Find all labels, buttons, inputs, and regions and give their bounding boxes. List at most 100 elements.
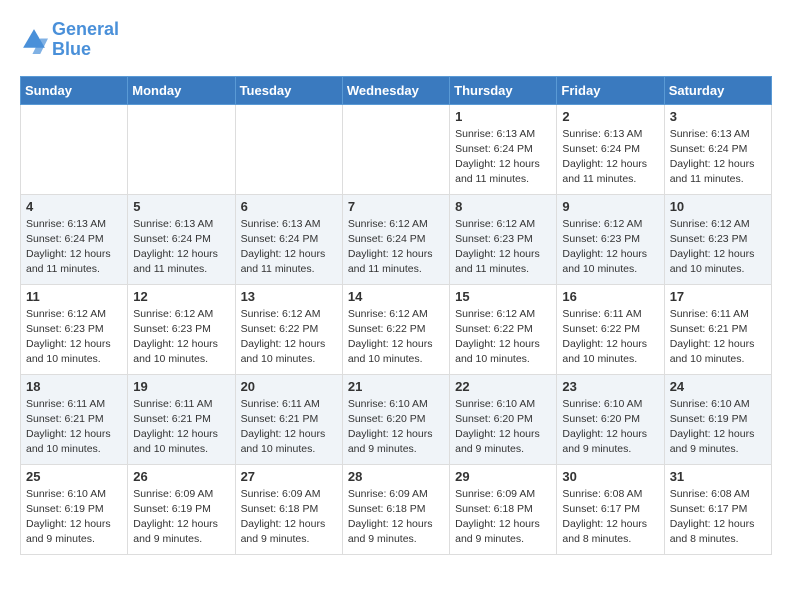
- logo: General Blue: [20, 20, 119, 60]
- day-info: Sunrise: 6:12 AM Sunset: 6:22 PM Dayligh…: [348, 307, 444, 368]
- calendar-cell: 24 Sunrise: 6:10 AM Sunset: 6:19 PM Dayli…: [664, 374, 771, 464]
- week-row-1: 1 Sunrise: 6:13 AM Sunset: 6:24 PM Daylig…: [21, 104, 772, 194]
- calendar-cell: 1 Sunrise: 6:13 AM Sunset: 6:24 PM Daylig…: [450, 104, 557, 194]
- day-number: 30: [562, 469, 658, 484]
- calendar-cell: [128, 104, 235, 194]
- calendar-cell: 17 Sunrise: 6:11 AM Sunset: 6:21 PM Dayli…: [664, 284, 771, 374]
- day-info: Sunrise: 6:11 AM Sunset: 6:21 PM Dayligh…: [133, 397, 229, 458]
- day-info: Sunrise: 6:12 AM Sunset: 6:23 PM Dayligh…: [133, 307, 229, 368]
- calendar-cell: 20 Sunrise: 6:11 AM Sunset: 6:21 PM Dayli…: [235, 374, 342, 464]
- day-info: Sunrise: 6:11 AM Sunset: 6:22 PM Dayligh…: [562, 307, 658, 368]
- day-number: 9: [562, 199, 658, 214]
- day-number: 2: [562, 109, 658, 124]
- calendar-cell: [342, 104, 449, 194]
- day-number: 5: [133, 199, 229, 214]
- calendar-cell: 7 Sunrise: 6:12 AM Sunset: 6:24 PM Daylig…: [342, 194, 449, 284]
- day-info: Sunrise: 6:10 AM Sunset: 6:20 PM Dayligh…: [562, 397, 658, 458]
- day-number: 20: [241, 379, 337, 394]
- day-info: Sunrise: 6:11 AM Sunset: 6:21 PM Dayligh…: [670, 307, 766, 368]
- day-info: Sunrise: 6:13 AM Sunset: 6:24 PM Dayligh…: [455, 127, 551, 188]
- calendar-cell: 3 Sunrise: 6:13 AM Sunset: 6:24 PM Daylig…: [664, 104, 771, 194]
- header-monday: Monday: [128, 76, 235, 104]
- day-number: 10: [670, 199, 766, 214]
- day-info: Sunrise: 6:11 AM Sunset: 6:21 PM Dayligh…: [26, 397, 122, 458]
- day-info: Sunrise: 6:08 AM Sunset: 6:17 PM Dayligh…: [670, 487, 766, 548]
- calendar-table: SundayMondayTuesdayWednesdayThursdayFrid…: [20, 76, 772, 555]
- day-number: 17: [670, 289, 766, 304]
- day-info: Sunrise: 6:12 AM Sunset: 6:22 PM Dayligh…: [241, 307, 337, 368]
- calendar-cell: 31Sunrise: 6:08 AM Sunset: 6:17 PM Dayli…: [664, 464, 771, 554]
- logo-icon: [20, 26, 48, 54]
- day-number: 27: [241, 469, 337, 484]
- day-number: 19: [133, 379, 229, 394]
- day-number: 13: [241, 289, 337, 304]
- calendar-cell: 29Sunrise: 6:09 AM Sunset: 6:18 PM Dayli…: [450, 464, 557, 554]
- header-wednesday: Wednesday: [342, 76, 449, 104]
- day-info: Sunrise: 6:11 AM Sunset: 6:21 PM Dayligh…: [241, 397, 337, 458]
- logo-text: General Blue: [52, 20, 119, 60]
- header-sunday: Sunday: [21, 76, 128, 104]
- day-number: 7: [348, 199, 444, 214]
- day-number: 11: [26, 289, 122, 304]
- day-number: 24: [670, 379, 766, 394]
- day-number: 6: [241, 199, 337, 214]
- day-number: 26: [133, 469, 229, 484]
- calendar-cell: 28 Sunrise: 6:09 AM Sunset: 6:18 PM Dayli…: [342, 464, 449, 554]
- header-friday: Friday: [557, 76, 664, 104]
- day-info: Sunrise: 6:13 AM Sunset: 6:24 PM Dayligh…: [133, 217, 229, 278]
- calendar-cell: 27 Sunrise: 6:09 AM Sunset: 6:18 PM Dayli…: [235, 464, 342, 554]
- calendar-cell: 12Sunrise: 6:12 AM Sunset: 6:23 PM Dayli…: [128, 284, 235, 374]
- day-number: 21: [348, 379, 444, 394]
- day-info: Sunrise: 6:10 AM Sunset: 6:19 PM Dayligh…: [26, 487, 122, 548]
- calendar-cell: 15 Sunrise: 6:12 AM Sunset: 6:22 PM Dayli…: [450, 284, 557, 374]
- day-info: Sunrise: 6:13 AM Sunset: 6:24 PM Dayligh…: [241, 217, 337, 278]
- header-thursday: Thursday: [450, 76, 557, 104]
- calendar-cell: 13 Sunrise: 6:12 AM Sunset: 6:22 PM Dayli…: [235, 284, 342, 374]
- week-row-3: 11 Sunrise: 6:12 AM Sunset: 6:23 PM Dayli…: [21, 284, 772, 374]
- day-info: Sunrise: 6:12 AM Sunset: 6:23 PM Dayligh…: [455, 217, 551, 278]
- calendar-cell: 11 Sunrise: 6:12 AM Sunset: 6:23 PM Dayli…: [21, 284, 128, 374]
- calendar-cell: 30Sunrise: 6:08 AM Sunset: 6:17 PM Dayli…: [557, 464, 664, 554]
- week-row-4: 18 Sunrise: 6:11 AM Sunset: 6:21 PM Dayli…: [21, 374, 772, 464]
- day-number: 8: [455, 199, 551, 214]
- header-saturday: Saturday: [664, 76, 771, 104]
- day-number: 18: [26, 379, 122, 394]
- day-info: Sunrise: 6:09 AM Sunset: 6:18 PM Dayligh…: [348, 487, 444, 548]
- day-number: 29: [455, 469, 551, 484]
- day-number: 16: [562, 289, 658, 304]
- day-number: 28: [348, 469, 444, 484]
- calendar-cell: 16 Sunrise: 6:11 AM Sunset: 6:22 PM Dayli…: [557, 284, 664, 374]
- calendar-cell: [235, 104, 342, 194]
- day-info: Sunrise: 6:12 AM Sunset: 6:23 PM Dayligh…: [562, 217, 658, 278]
- day-info: Sunrise: 6:10 AM Sunset: 6:20 PM Dayligh…: [455, 397, 551, 458]
- day-info: Sunrise: 6:10 AM Sunset: 6:19 PM Dayligh…: [670, 397, 766, 458]
- page-header: General Blue: [20, 20, 772, 60]
- calendar-cell: 4Sunrise: 6:13 AM Sunset: 6:24 PM Daylig…: [21, 194, 128, 284]
- week-row-5: 25Sunrise: 6:10 AM Sunset: 6:19 PM Dayli…: [21, 464, 772, 554]
- day-info: Sunrise: 6:13 AM Sunset: 6:24 PM Dayligh…: [562, 127, 658, 188]
- day-info: Sunrise: 6:12 AM Sunset: 6:24 PM Dayligh…: [348, 217, 444, 278]
- day-number: 1: [455, 109, 551, 124]
- day-info: Sunrise: 6:09 AM Sunset: 6:19 PM Dayligh…: [133, 487, 229, 548]
- day-info: Sunrise: 6:13 AM Sunset: 6:24 PM Dayligh…: [26, 217, 122, 278]
- day-number: 23: [562, 379, 658, 394]
- calendar-cell: 21 Sunrise: 6:10 AM Sunset: 6:20 PM Dayli…: [342, 374, 449, 464]
- day-info: Sunrise: 6:12 AM Sunset: 6:23 PM Dayligh…: [670, 217, 766, 278]
- week-row-2: 4Sunrise: 6:13 AM Sunset: 6:24 PM Daylig…: [21, 194, 772, 284]
- day-number: 15: [455, 289, 551, 304]
- calendar-cell: 5 Sunrise: 6:13 AM Sunset: 6:24 PM Daylig…: [128, 194, 235, 284]
- day-info: Sunrise: 6:13 AM Sunset: 6:24 PM Dayligh…: [670, 127, 766, 188]
- calendar-cell: 19 Sunrise: 6:11 AM Sunset: 6:21 PM Dayli…: [128, 374, 235, 464]
- day-info: Sunrise: 6:10 AM Sunset: 6:20 PM Dayligh…: [348, 397, 444, 458]
- day-number: 3: [670, 109, 766, 124]
- calendar-cell: 22Sunrise: 6:10 AM Sunset: 6:20 PM Dayli…: [450, 374, 557, 464]
- calendar-cell: 14Sunrise: 6:12 AM Sunset: 6:22 PM Dayli…: [342, 284, 449, 374]
- calendar-cell: [21, 104, 128, 194]
- day-info: Sunrise: 6:12 AM Sunset: 6:22 PM Dayligh…: [455, 307, 551, 368]
- day-info: Sunrise: 6:09 AM Sunset: 6:18 PM Dayligh…: [241, 487, 337, 548]
- day-info: Sunrise: 6:12 AM Sunset: 6:23 PM Dayligh…: [26, 307, 122, 368]
- calendar-cell: 8 Sunrise: 6:12 AM Sunset: 6:23 PM Daylig…: [450, 194, 557, 284]
- calendar-cell: 25Sunrise: 6:10 AM Sunset: 6:19 PM Dayli…: [21, 464, 128, 554]
- calendar-cell: 10 Sunrise: 6:12 AM Sunset: 6:23 PM Dayli…: [664, 194, 771, 284]
- calendar-cell: 18 Sunrise: 6:11 AM Sunset: 6:21 PM Dayli…: [21, 374, 128, 464]
